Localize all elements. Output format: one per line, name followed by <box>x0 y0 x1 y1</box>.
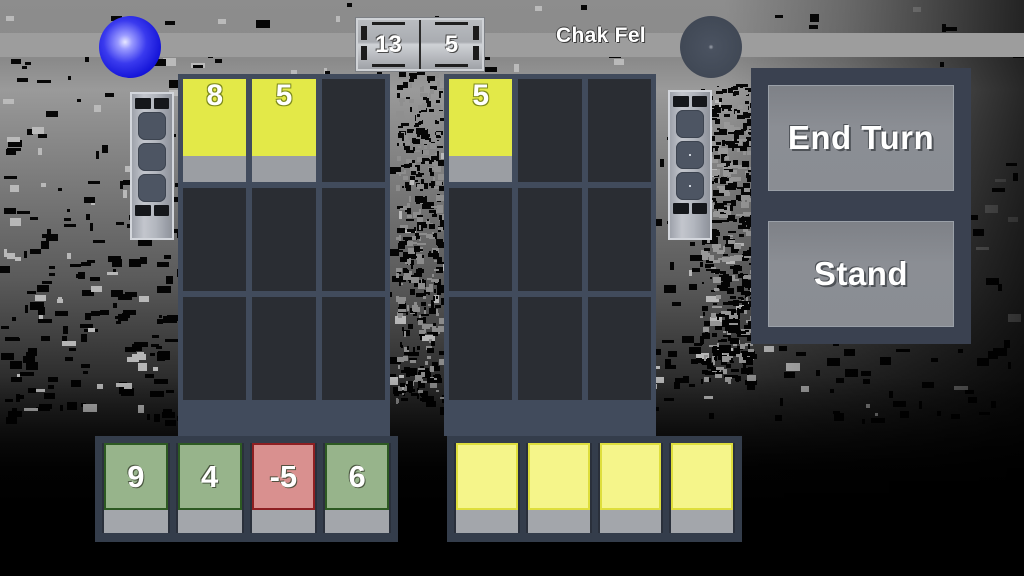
board-card-strip <box>449 156 513 182</box>
board-cell[interactable] <box>518 188 582 291</box>
player-board[interactable]: 85 <box>178 74 390 436</box>
hand-slot[interactable]: -5 <box>249 443 318 533</box>
opponent-board[interactable]: 5 <box>444 74 656 436</box>
action-panel: End Turn Stand <box>751 68 971 344</box>
hand-card-face <box>599 443 662 510</box>
hand-slot[interactable] <box>597 443 664 533</box>
hand-slot[interactable] <box>525 443 592 533</box>
board-cell[interactable] <box>183 297 247 400</box>
board-cell[interactable] <box>518 79 582 182</box>
board-cell[interactable] <box>252 297 316 400</box>
board-cell[interactable]: 5 <box>449 79 513 182</box>
left-pillar-tower-icon <box>130 92 174 240</box>
hand-card-strip <box>177 510 242 533</box>
hand-card-value: 6 <box>348 459 366 494</box>
hand-card-value: 9 <box>127 459 145 494</box>
hand-slot[interactable]: 6 <box>323 443 391 533</box>
hand-card-face: 4 <box>177 443 242 510</box>
board-card-face: 8 <box>183 79 247 156</box>
board-card-strip <box>252 156 316 182</box>
hand-card[interactable]: -5 <box>251 443 316 533</box>
hand-card[interactable]: 4 <box>177 443 242 533</box>
hand-card-face <box>527 443 590 510</box>
hand-card-strip <box>251 510 316 533</box>
hand-card-strip <box>104 510 168 533</box>
board-card-value: 5 <box>472 79 489 112</box>
board-cell[interactable] <box>321 297 385 400</box>
blue-energy-orb-icon <box>99 16 161 78</box>
player-name-label: Chak Fel <box>556 24 646 47</box>
stand-button[interactable]: Stand <box>768 221 954 327</box>
board-cell[interactable] <box>321 79 385 182</box>
hand-card-face-down[interactable] <box>599 443 662 533</box>
score-half-left: 13 <box>358 20 419 69</box>
hand-card-face: 9 <box>104 443 168 510</box>
board-cell[interactable] <box>587 297 651 400</box>
hand-card-value: 4 <box>201 459 219 494</box>
board-card[interactable]: 5 <box>252 79 316 182</box>
hand-card-face-down[interactable] <box>527 443 590 533</box>
hand-card-strip <box>527 510 590 533</box>
board-cell[interactable]: 8 <box>183 79 247 182</box>
hand-card-face-down[interactable] <box>671 443 733 533</box>
board-card-face: 5 <box>252 79 316 156</box>
board-cell[interactable] <box>518 297 582 400</box>
hand-card-face: -5 <box>251 443 316 510</box>
hand-slot[interactable]: 4 <box>175 443 244 533</box>
board-cell[interactable] <box>587 79 651 182</box>
hand-slot[interactable]: 9 <box>102 443 170 533</box>
board-cell[interactable] <box>449 297 513 400</box>
hand-slot[interactable] <box>669 443 735 533</box>
gray-inactive-orb-icon <box>680 16 742 78</box>
score-plate: 13 5 <box>356 18 484 71</box>
opponent-hand[interactable] <box>447 436 742 542</box>
hand-card-face: 6 <box>325 443 389 510</box>
right-pillar-tower-icon <box>668 90 712 240</box>
board-card-strip <box>183 156 247 182</box>
game-screen: 13 5 Chak Fel 85 5 9 4 -5 6 End Turn Stand <box>0 0 1024 576</box>
board-card[interactable]: 5 <box>449 79 513 182</box>
hand-card-face-down[interactable] <box>456 443 518 533</box>
board-cell[interactable]: 5 <box>252 79 316 182</box>
hand-card-strip <box>325 510 389 533</box>
board-cell[interactable] <box>252 188 316 291</box>
hand-card-strip <box>599 510 662 533</box>
score-half-right: 5 <box>419 20 482 69</box>
board-cell[interactable] <box>449 188 513 291</box>
board-card-face: 5 <box>449 79 513 156</box>
end-turn-button[interactable]: End Turn <box>768 85 954 191</box>
score-value-left: 13 <box>375 30 402 58</box>
hand-slot[interactable] <box>454 443 520 533</box>
score-value-right: 5 <box>444 30 459 58</box>
board-cell[interactable] <box>587 188 651 291</box>
hand-card-face <box>456 443 518 510</box>
board-cell[interactable] <box>321 188 385 291</box>
hand-card[interactable]: 9 <box>104 443 168 533</box>
board-cell[interactable] <box>183 188 247 291</box>
hand-card-strip <box>671 510 733 533</box>
board-card-value: 5 <box>275 79 293 112</box>
hand-card-face <box>671 443 733 510</box>
board-card-value: 8 <box>206 79 223 112</box>
board-card[interactable]: 8 <box>183 79 247 182</box>
player-hand[interactable]: 9 4 -5 6 <box>95 436 398 542</box>
hand-card[interactable]: 6 <box>325 443 389 533</box>
hand-card-strip <box>456 510 518 533</box>
hand-card-value: -5 <box>269 459 298 494</box>
